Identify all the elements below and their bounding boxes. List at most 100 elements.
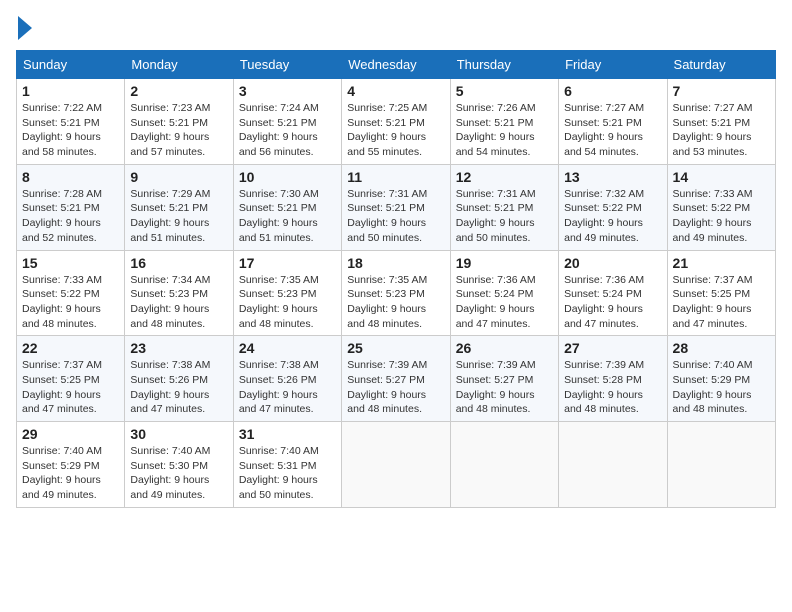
sunset-value: 5:21 PM: [711, 117, 750, 129]
calendar-week-row: 29 Sunrise: 7:40 AM Sunset: 5:29 PM Dayl…: [17, 422, 776, 508]
sunset-label: Sunset:: [673, 374, 712, 386]
daylight-label: Daylight: 9 hours and 48 minutes.: [347, 389, 426, 416]
sunrise-label: Sunrise:: [239, 102, 280, 114]
sunrise-label: Sunrise:: [130, 359, 171, 371]
sunset-value: 5:23 PM: [386, 288, 425, 300]
daylight-label: Daylight: 9 hours and 50 minutes.: [456, 217, 535, 244]
sunrise-value: 7:37 AM: [714, 274, 753, 286]
day-number: 2: [130, 83, 227, 99]
day-info: Sunrise: 7:33 AM Sunset: 5:22 PM Dayligh…: [22, 273, 119, 332]
calendar-cell: [450, 422, 558, 508]
day-info: Sunrise: 7:35 AM Sunset: 5:23 PM Dayligh…: [347, 273, 444, 332]
calendar-cell: [342, 422, 450, 508]
sunset-label: Sunset:: [347, 288, 386, 300]
day-number: 25: [347, 340, 444, 356]
day-info: Sunrise: 7:35 AM Sunset: 5:23 PM Dayligh…: [239, 273, 336, 332]
sunset-label: Sunset:: [130, 117, 169, 129]
sunset-label: Sunset:: [456, 117, 495, 129]
daylight-label: Daylight: 9 hours and 57 minutes.: [130, 131, 209, 158]
calendar-cell: 28 Sunrise: 7:40 AM Sunset: 5:29 PM Dayl…: [667, 336, 775, 422]
sunset-label: Sunset:: [673, 288, 712, 300]
daylight-label: Daylight: 9 hours and 53 minutes.: [673, 131, 752, 158]
day-info: Sunrise: 7:39 AM Sunset: 5:28 PM Dayligh…: [564, 358, 661, 417]
calendar-cell: [667, 422, 775, 508]
day-info: Sunrise: 7:38 AM Sunset: 5:26 PM Dayligh…: [239, 358, 336, 417]
calendar-cell: 18 Sunrise: 7:35 AM Sunset: 5:23 PM Dayl…: [342, 250, 450, 336]
day-number: 31: [239, 426, 336, 442]
daylight-label: Daylight: 9 hours and 51 minutes.: [130, 217, 209, 244]
sunrise-value: 7:40 AM: [714, 359, 753, 371]
daylight-label: Daylight: 9 hours and 48 minutes.: [673, 389, 752, 416]
day-info: Sunrise: 7:23 AM Sunset: 5:21 PM Dayligh…: [130, 101, 227, 160]
sunset-value: 5:24 PM: [603, 288, 642, 300]
day-info: Sunrise: 7:36 AM Sunset: 5:24 PM Dayligh…: [564, 273, 661, 332]
calendar-cell: 2 Sunrise: 7:23 AM Sunset: 5:21 PM Dayli…: [125, 79, 233, 165]
day-number: 13: [564, 169, 661, 185]
sunrise-value: 7:37 AM: [63, 359, 102, 371]
sunrise-label: Sunrise:: [347, 274, 388, 286]
sunset-value: 5:30 PM: [169, 460, 208, 472]
sunset-value: 5:21 PM: [277, 202, 316, 214]
day-info: Sunrise: 7:40 AM Sunset: 5:29 PM Dayligh…: [673, 358, 770, 417]
sunset-label: Sunset:: [456, 374, 495, 386]
sunrise-value: 7:27 AM: [714, 102, 753, 114]
calendar-cell: 9 Sunrise: 7:29 AM Sunset: 5:21 PM Dayli…: [125, 164, 233, 250]
sunset-value: 5:25 PM: [711, 288, 750, 300]
sunset-value: 5:29 PM: [61, 460, 100, 472]
sunrise-label: Sunrise:: [130, 188, 171, 200]
day-info: Sunrise: 7:28 AM Sunset: 5:21 PM Dayligh…: [22, 187, 119, 246]
calendar-cell: [559, 422, 667, 508]
sunrise-label: Sunrise:: [564, 274, 605, 286]
sunrise-label: Sunrise:: [239, 445, 280, 457]
day-number: 11: [347, 169, 444, 185]
day-info: Sunrise: 7:36 AM Sunset: 5:24 PM Dayligh…: [456, 273, 553, 332]
sunset-value: 5:22 PM: [603, 202, 642, 214]
sunrise-label: Sunrise:: [673, 188, 714, 200]
sunset-label: Sunset:: [239, 374, 278, 386]
sunrise-value: 7:29 AM: [172, 188, 211, 200]
day-info: Sunrise: 7:33 AM Sunset: 5:22 PM Dayligh…: [673, 187, 770, 246]
sunrise-value: 7:31 AM: [389, 188, 428, 200]
sunrise-label: Sunrise:: [456, 188, 497, 200]
sunrise-value: 7:27 AM: [606, 102, 645, 114]
calendar-cell: 15 Sunrise: 7:33 AM Sunset: 5:22 PM Dayl…: [17, 250, 125, 336]
sunrise-value: 7:30 AM: [280, 188, 319, 200]
day-info: Sunrise: 7:34 AM Sunset: 5:23 PM Dayligh…: [130, 273, 227, 332]
calendar-cell: 19 Sunrise: 7:36 AM Sunset: 5:24 PM Dayl…: [450, 250, 558, 336]
col-header-tuesday: Tuesday: [233, 51, 341, 79]
sunset-label: Sunset:: [22, 374, 61, 386]
day-info: Sunrise: 7:40 AM Sunset: 5:30 PM Dayligh…: [130, 444, 227, 503]
sunset-value: 5:23 PM: [169, 288, 208, 300]
sunset-value: 5:27 PM: [494, 374, 533, 386]
col-header-friday: Friday: [559, 51, 667, 79]
col-header-saturday: Saturday: [667, 51, 775, 79]
day-info: Sunrise: 7:30 AM Sunset: 5:21 PM Dayligh…: [239, 187, 336, 246]
sunset-label: Sunset:: [130, 374, 169, 386]
daylight-label: Daylight: 9 hours and 49 minutes.: [564, 217, 643, 244]
daylight-label: Daylight: 9 hours and 49 minutes.: [22, 474, 101, 501]
sunset-value: 5:21 PM: [494, 117, 533, 129]
sunrise-value: 7:25 AM: [389, 102, 428, 114]
sunrise-label: Sunrise:: [347, 359, 388, 371]
calendar-cell: 13 Sunrise: 7:32 AM Sunset: 5:22 PM Dayl…: [559, 164, 667, 250]
sunset-value: 5:21 PM: [61, 202, 100, 214]
day-info: Sunrise: 7:32 AM Sunset: 5:22 PM Dayligh…: [564, 187, 661, 246]
sunrise-label: Sunrise:: [673, 274, 714, 286]
day-number: 15: [22, 255, 119, 271]
day-number: 16: [130, 255, 227, 271]
sunrise-value: 7:32 AM: [606, 188, 645, 200]
day-number: 26: [456, 340, 553, 356]
col-header-wednesday: Wednesday: [342, 51, 450, 79]
day-number: 4: [347, 83, 444, 99]
calendar-cell: 3 Sunrise: 7:24 AM Sunset: 5:21 PM Dayli…: [233, 79, 341, 165]
sunset-label: Sunset:: [456, 202, 495, 214]
sunrise-value: 7:40 AM: [172, 445, 211, 457]
daylight-label: Daylight: 9 hours and 48 minutes.: [22, 303, 101, 330]
sunset-label: Sunset:: [239, 202, 278, 214]
sunset-label: Sunset:: [239, 460, 278, 472]
daylight-label: Daylight: 9 hours and 50 minutes.: [347, 217, 426, 244]
daylight-label: Daylight: 9 hours and 47 minutes.: [130, 389, 209, 416]
sunrise-value: 7:38 AM: [280, 359, 319, 371]
sunrise-label: Sunrise:: [456, 274, 497, 286]
sunset-label: Sunset:: [673, 202, 712, 214]
